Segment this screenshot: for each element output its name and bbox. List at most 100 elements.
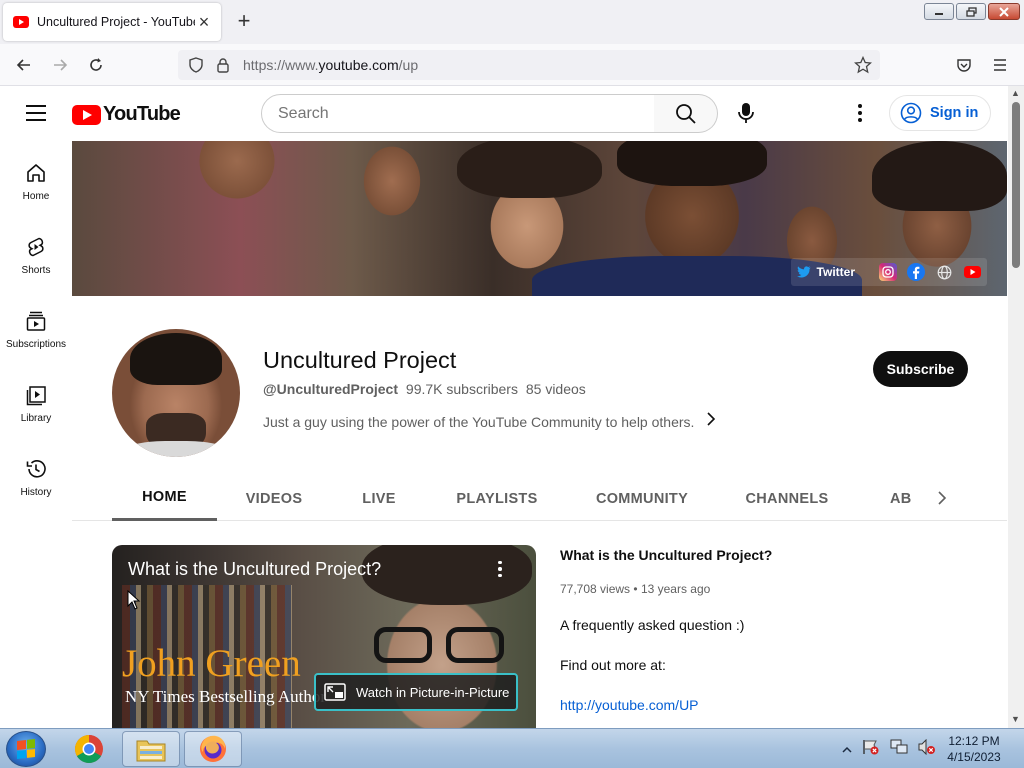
tab-live[interactable]: LIVE [344, 476, 414, 521]
player-more-icon[interactable] [490, 559, 510, 579]
sidebar-item-history[interactable]: History [0, 438, 72, 512]
back-icon[interactable] [12, 53, 36, 77]
channel-description-text: Just a guy using the power of the YouTub… [263, 413, 695, 430]
featured-video-title[interactable]: What is the Uncultured Project? [560, 547, 772, 563]
picture-in-picture-label: Watch in Picture-in-Picture [356, 684, 510, 700]
minimize-button[interactable] [924, 3, 954, 20]
app-menu-icon[interactable] [988, 53, 1012, 77]
subscribe-button[interactable]: Subscribe [873, 351, 968, 387]
globe-icon[interactable] [935, 263, 953, 281]
chevron-right-icon [706, 412, 716, 431]
scroll-down-icon[interactable]: ▼ [1011, 714, 1020, 724]
tab-channels[interactable]: CHANNELS [732, 476, 842, 521]
description-link[interactable]: http://youtube.com/UP [560, 697, 699, 713]
twitter-link[interactable]: Twitter [796, 265, 855, 279]
featured-video-meta: 77,708 views • 13 years ago [560, 582, 710, 596]
url-text[interactable]: https://www.youtube.com/up [243, 57, 418, 73]
tab-about[interactable]: ABOUT [872, 476, 912, 521]
sign-in-button[interactable]: Sign in [889, 95, 991, 131]
youtube-icon[interactable] [963, 263, 981, 281]
sidebar-item-label: Library [20, 413, 52, 424]
channel-tabs: HOME VIDEOS LIVE PLAYLISTS COMMUNITY CHA… [72, 476, 1007, 521]
sidebar-item-label: Subscriptions [5, 339, 67, 350]
mouse-cursor-icon [127, 590, 141, 610]
facebook-icon[interactable] [907, 263, 925, 281]
sidebar-item-label: Shorts [21, 265, 51, 276]
sidebar-item-label: History [20, 487, 52, 498]
close-tab-icon[interactable]: × [195, 13, 213, 31]
volume-muted-icon[interactable] [918, 738, 936, 760]
sidebar-item-subscriptions[interactable]: Subscriptions [0, 290, 72, 364]
page-scrollbar[interactable]: ▲ ▼ [1008, 86, 1024, 728]
taskbar-chrome[interactable] [60, 731, 118, 767]
pocket-icon[interactable] [952, 53, 976, 77]
forward-icon[interactable] [48, 53, 72, 77]
show-hidden-icons-icon[interactable] [842, 741, 852, 759]
sidebar-item-shorts[interactable]: Shorts [0, 216, 72, 290]
taskbar-file-explorer[interactable] [122, 731, 180, 767]
tab-home[interactable]: HOME [112, 476, 217, 521]
channel-handle: @UnculturedProject [263, 381, 399, 397]
url-host: youtube.com [318, 57, 399, 73]
network-icon[interactable] [890, 739, 908, 760]
bookmark-star-icon[interactable] [853, 55, 873, 79]
scrollbar-thumb[interactable] [1012, 102, 1020, 268]
search-button[interactable] [654, 94, 718, 133]
system-clock[interactable]: 12:12 PM 4/15/2023 [944, 733, 1004, 765]
picture-in-picture-icon [324, 683, 346, 701]
voice-search-button[interactable] [730, 96, 762, 130]
tab-title: Uncultured Project - YouTube [37, 15, 195, 29]
windows-taskbar: 12:12 PM 4/15/2023 [0, 728, 1024, 768]
account-icon [900, 102, 922, 124]
video-overlay-name: John Green [122, 642, 301, 685]
masthead: YouTube Sign in [0, 86, 1008, 142]
shorts-icon [28, 237, 44, 257]
close-window-button[interactable] [988, 3, 1020, 20]
youtube-logo[interactable]: YouTube [72, 103, 181, 126]
browser-tab[interactable]: Uncultured Project - YouTube × [3, 3, 221, 41]
settings-more-icon[interactable] [850, 100, 870, 126]
restore-button[interactable] [956, 3, 986, 20]
new-tab-icon[interactable]: + [232, 10, 256, 32]
view-count: 77,708 views [560, 582, 631, 596]
taskbar-firefox[interactable] [184, 731, 242, 767]
action-center-icon[interactable] [862, 739, 880, 760]
start-button[interactable] [6, 731, 46, 767]
reload-icon[interactable] [84, 53, 108, 77]
tab-playlists[interactable]: PLAYLISTS [442, 476, 552, 521]
file-explorer-icon [136, 740, 166, 762]
tracking-protection-icon[interactable] [188, 57, 204, 78]
sidebar-item-library[interactable]: Library [0, 364, 72, 438]
subscriber-count: 99.7K subscribers [405, 381, 518, 397]
system-tray [842, 738, 936, 760]
subscriptions-icon [26, 311, 46, 331]
channel-meta: @UnculturedProject 99.7K subscribers 85 … [263, 381, 590, 397]
sidebar-item-label: Home [22, 191, 50, 202]
instagram-icon[interactable] [879, 263, 897, 281]
clock-time: 12:12 PM [948, 734, 1000, 748]
channel-avatar[interactable] [112, 329, 240, 457]
scroll-up-icon[interactable]: ▲ [1011, 88, 1020, 98]
featured-video-description: A frequently asked question :) [560, 617, 745, 633]
search-input[interactable] [278, 104, 654, 123]
home-icon [27, 164, 45, 182]
sidebar-item-home[interactable]: Home [0, 142, 72, 216]
channel-description[interactable]: Just a guy using the power of the YouTub… [263, 412, 716, 431]
address-bar[interactable]: https://www.youtube.com/up [178, 50, 880, 80]
picture-in-picture-button[interactable]: Watch in Picture-in-Picture [314, 673, 518, 711]
microphone-icon [738, 103, 754, 123]
guide-menu-icon[interactable] [26, 105, 46, 121]
featured-video-player[interactable]: What is the Uncultured Project? John Gre… [112, 545, 536, 728]
search-icon [675, 103, 696, 124]
player-video-title[interactable]: What is the Uncultured Project? [128, 559, 381, 580]
lock-icon[interactable] [216, 57, 230, 78]
video-overlay-subtitle: NY Times Bestselling Author [125, 687, 327, 706]
tab-videos[interactable]: VIDEOS [232, 476, 316, 521]
meta-separator: • [633, 582, 641, 596]
browser-toolbar: https://www.youtube.com/up [0, 44, 1024, 86]
youtube-page: YouTube Sign in Home Shorts Subscription… [0, 86, 1024, 728]
chevron-right-icon[interactable] [930, 486, 954, 510]
channel-name: Uncultured Project [263, 347, 457, 373]
tab-community[interactable]: COMMUNITY [582, 476, 702, 521]
library-icon [26, 386, 46, 406]
